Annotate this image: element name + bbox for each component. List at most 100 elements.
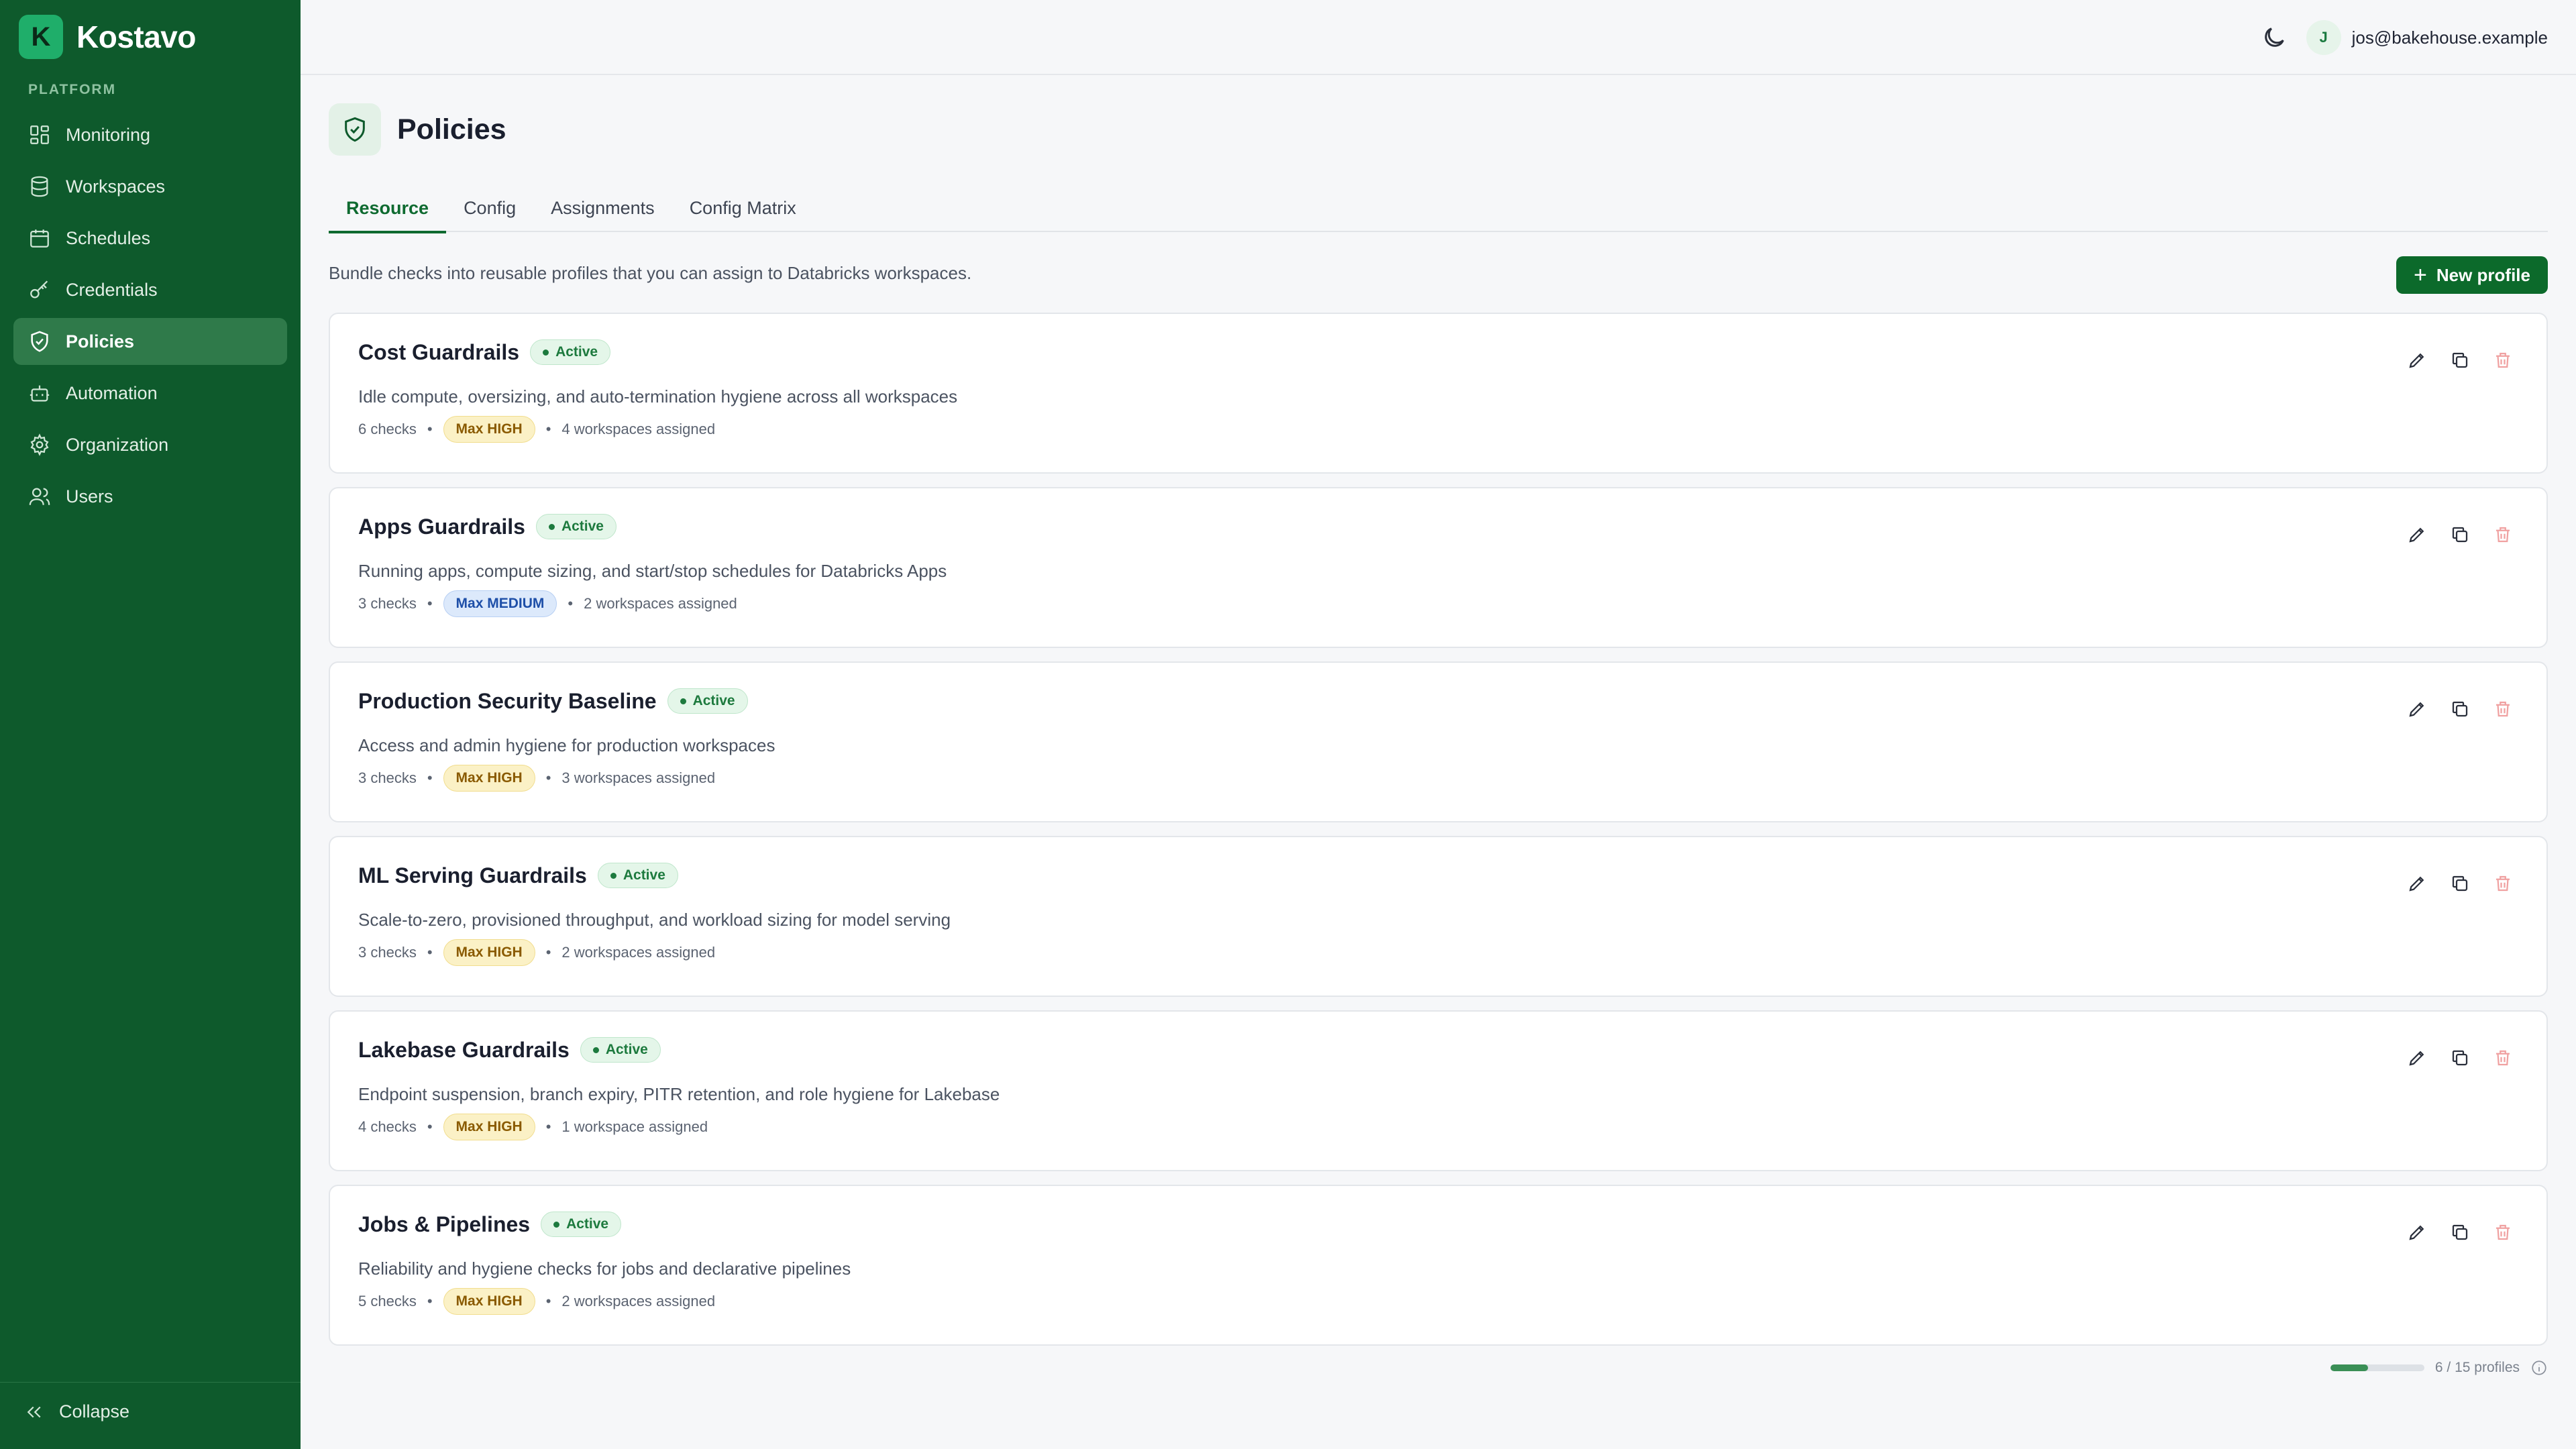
sidebar-item-workspaces[interactable]: Workspaces	[13, 163, 287, 210]
duplicate-button[interactable]	[2449, 698, 2471, 720]
sidebar-nav: Monitoring Workspaces Schedules Credenti…	[13, 111, 287, 525]
profile-name: ML Serving Guardrails	[358, 863, 587, 888]
profile-title-row: Production Security Baseline Active	[358, 688, 748, 714]
status-dot	[553, 1221, 560, 1228]
chevrons-left-icon	[27, 1406, 41, 1417]
meta-separator: •	[568, 595, 574, 612]
sidebar-footer: Collapse	[0, 1382, 301, 1449]
profile-card[interactable]: Lakebase Guardrails Active Endpoint susp…	[329, 1010, 2548, 1171]
profile-card[interactable]: Jobs & Pipelines Active Reliability and …	[329, 1185, 2548, 1346]
duplicate-button[interactable]	[2449, 523, 2471, 546]
profile-meta: 3 checks • Max HIGH • 2 workspaces assig…	[358, 939, 715, 966]
profile-description: Access and admin hygiene for production …	[358, 735, 775, 755]
sidebar-item-label: Users	[66, 486, 113, 506]
status-dot	[548, 523, 555, 530]
edit-button[interactable]	[2406, 1221, 2428, 1244]
page-icon	[329, 103, 381, 156]
sidebar-item-schedules[interactable]: Schedules	[13, 215, 287, 262]
edit-button[interactable]	[2406, 1046, 2428, 1069]
profile-name: Cost Guardrails	[358, 339, 520, 364]
checks-count: 6 checks	[358, 421, 417, 437]
pencil-icon	[2409, 702, 2424, 717]
edit-button[interactable]	[2406, 698, 2428, 720]
profile-actions	[2406, 1046, 2514, 1069]
new-profile-button[interactable]: + New profile	[2396, 256, 2548, 294]
pencil-icon	[2409, 1225, 2424, 1240]
profile-description: Running apps, compute sizing, and start/…	[358, 561, 947, 581]
tab-config[interactable]: Config	[446, 184, 533, 232]
meta-separator: •	[427, 1118, 433, 1135]
database-icon	[31, 176, 48, 197]
sidebar-item-organization[interactable]: Organization	[13, 421, 287, 468]
edit-button[interactable]	[2406, 349, 2428, 372]
meta-separator: •	[545, 769, 551, 786]
profile-meta: 3 checks • Max HIGH • 3 workspaces assig…	[358, 765, 715, 792]
profile-description: Reliability and hygiene checks for jobs …	[358, 1258, 851, 1279]
profile-name: Jobs & Pipelines	[358, 1212, 531, 1236]
status-badge: Active	[580, 1037, 661, 1063]
theme-toggle-button[interactable]	[2261, 24, 2288, 51]
duplicate-button[interactable]	[2449, 1046, 2471, 1069]
trash-icon	[2496, 527, 2510, 543]
moon-icon	[2265, 28, 2284, 47]
meta-separator: •	[427, 944, 433, 961]
severity-badge: Max HIGH	[443, 1288, 535, 1315]
delete-button[interactable]	[2491, 1046, 2514, 1069]
profile-meta: 3 checks • Max MEDIUM • 2 workspaces ass…	[358, 590, 737, 617]
meta-separator: •	[545, 1293, 551, 1309]
delete-button[interactable]	[2491, 1221, 2514, 1244]
brand-name: Kostavo	[76, 19, 196, 54]
severity-badge: Max MEDIUM	[443, 590, 557, 617]
sidebar-item-users[interactable]: Users	[13, 473, 287, 520]
profile-actions	[2406, 698, 2514, 720]
brand-logo: K	[19, 15, 63, 59]
plus-icon: +	[2414, 262, 2427, 288]
calendar-icon	[30, 229, 49, 248]
sidebar-item-credentials[interactable]: Credentials	[13, 266, 287, 313]
status-dot	[543, 349, 549, 356]
duplicate-button[interactable]	[2449, 349, 2471, 372]
duplicate-button[interactable]	[2449, 872, 2471, 895]
severity-badge: Max HIGH	[443, 416, 535, 443]
duplicate-button[interactable]	[2449, 1221, 2471, 1244]
edit-button[interactable]	[2406, 872, 2428, 895]
status-badge: Active	[541, 1212, 622, 1237]
trash-icon	[2496, 1050, 2510, 1066]
sidebar-item-monitoring[interactable]: Monitoring	[13, 111, 287, 158]
sidebar-item-label: Monitoring	[66, 124, 151, 145]
severity-badge: Max HIGH	[443, 1114, 535, 1140]
new-profile-label: New profile	[2436, 264, 2530, 285]
tab-resource[interactable]: Resource	[329, 184, 447, 233]
gear-icon	[30, 433, 49, 456]
profile-card[interactable]: Cost Guardrails Active Idle compute, ove…	[329, 313, 2548, 474]
pencil-icon	[2409, 876, 2424, 892]
profile-card[interactable]: Production Security Baseline Active Acce…	[329, 661, 2548, 822]
sidebar-item-automation[interactable]: Automation	[13, 370, 287, 417]
tabs: Resource Config Assignments Config Matri…	[329, 184, 2548, 233]
delete-button[interactable]	[2491, 349, 2514, 372]
user-menu[interactable]: J jos@bakehouse.example	[2306, 19, 2548, 56]
profile-card[interactable]: Apps Guardrails Active Running apps, com…	[329, 487, 2548, 648]
copy-icon	[2452, 875, 2468, 892]
severity-badge: Max HIGH	[443, 939, 535, 966]
sidebar-item-policies[interactable]: Policies	[13, 318, 287, 365]
checks-count: 4 checks	[358, 1118, 417, 1135]
topbar: J jos@bakehouse.example	[301, 0, 2576, 75]
status-dot	[680, 698, 686, 704]
profile-card[interactable]: ML Serving Guardrails Active Scale-to-ze…	[329, 836, 2548, 997]
profile-title-row: Lakebase Guardrails Active	[358, 1037, 661, 1063]
tab-config-matrix[interactable]: Config Matrix	[672, 184, 814, 232]
checks-count: 3 checks	[358, 769, 417, 786]
pencil-icon	[2409, 353, 2424, 368]
edit-button[interactable]	[2406, 523, 2428, 546]
tab-assignments[interactable]: Assignments	[533, 184, 672, 232]
info-icon[interactable]	[2530, 1359, 2548, 1377]
delete-button[interactable]	[2491, 872, 2514, 895]
brand[interactable]: K Kostavo	[19, 15, 196, 59]
status-label: Active	[623, 867, 665, 883]
collapse-button[interactable]: Collapse	[24, 1401, 129, 1422]
delete-button[interactable]	[2491, 698, 2514, 720]
checks-count: 5 checks	[358, 1293, 417, 1309]
delete-button[interactable]	[2491, 523, 2514, 546]
copy-icon	[2452, 527, 2468, 543]
